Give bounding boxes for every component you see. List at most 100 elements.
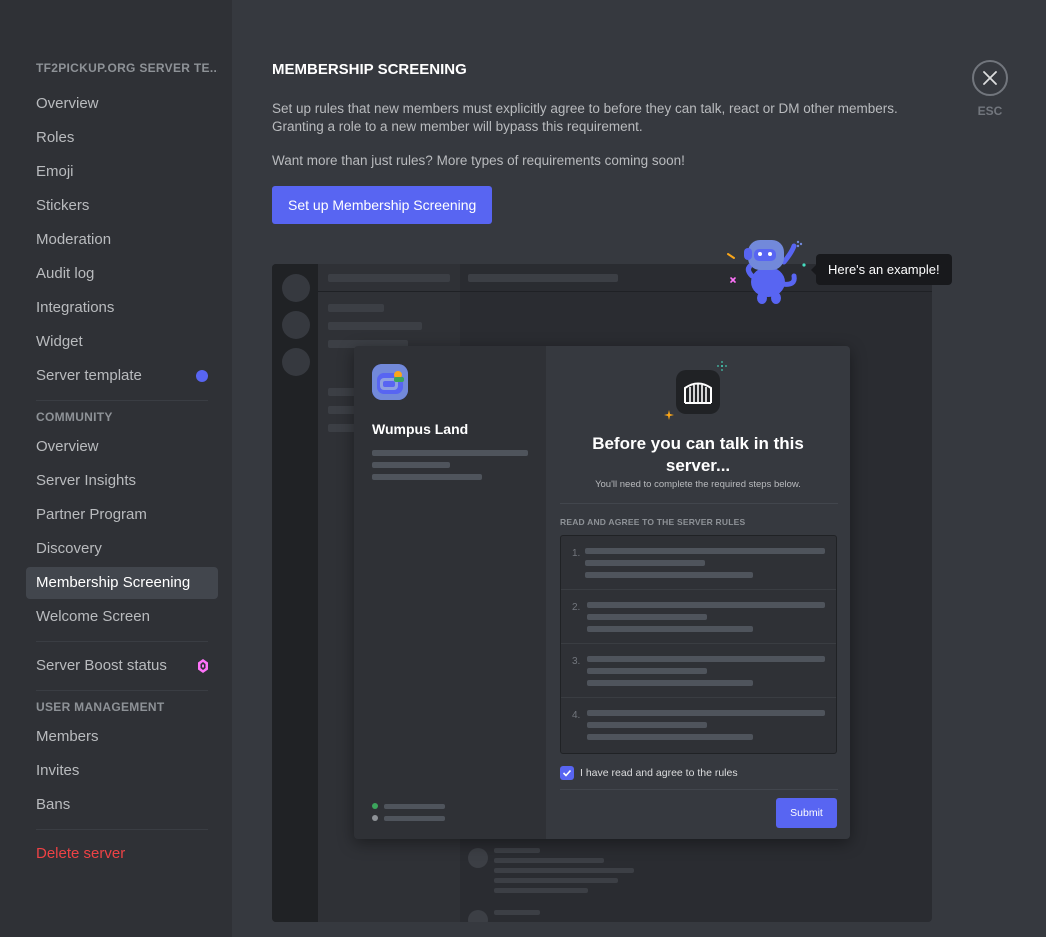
placeholder-bar [587,602,825,608]
member-dot [372,815,378,821]
page-description: Set up rules that new members must expli… [272,101,898,134]
sparkle-icon [664,410,674,420]
sidebar-item-welcome-screen[interactable]: Welcome Screen [26,601,218,633]
placeholder-bar [328,304,384,312]
preview-server-icon [282,348,310,376]
sidebar-item-audit-log[interactable]: Audit log [26,258,218,290]
sidebar-item-integrations[interactable]: Integrations [26,292,218,324]
sidebar-item-server-insights[interactable]: Server Insights [26,465,218,497]
wumpus-icon [372,364,408,400]
sidebar-item-label: Server template [36,367,142,384]
placeholder-bar [494,878,618,883]
sidebar-item-community-overview[interactable]: Overview [26,431,218,463]
sidebar-item-moderation[interactable]: Moderation [26,224,218,256]
modal-subheading: You'll need to complete the required ste… [595,479,801,490]
sidebar-divider [36,829,208,830]
rules-header: READ AND AGREE TO THE SERVER RULES [560,517,746,527]
placeholder-bar [587,734,753,740]
preview-avatar [468,848,488,868]
settings-page: TF2PICKUP.ORG SERVER TE... Overview Role… [0,0,1046,937]
close-button[interactable] [972,60,1008,96]
sidebar-item-stickers[interactable]: Stickers [26,190,218,222]
modal-divider [560,503,838,504]
sidebar-divider [36,641,208,642]
placeholder-bar [328,322,422,330]
rule-item: 4. [561,698,836,752]
placeholder-bar [585,560,705,566]
screening-modal-preview: Wumpus Land Before you can talk in this … [354,346,850,839]
gate-icon [676,370,720,414]
sidebar-divider [36,400,208,401]
submit-button[interactable]: Submit [776,798,837,828]
tooltip-text: Here's an example! [828,262,940,277]
page-description-secondary: Want more than just rules? More types of… [272,153,685,168]
sidebar-item-partner-program[interactable]: Partner Program [26,499,218,531]
sidebar-header-community: COMMUNITY [36,410,113,424]
close-icon [983,71,997,85]
example-preview: Wumpus Land Before you can talk in this … [272,264,932,922]
placeholder-bar [468,274,618,282]
placeholder-bar [372,462,450,468]
placeholder-bar [587,626,753,632]
modal-server-panel: Wumpus Land [354,346,546,839]
new-indicator-dot [196,370,208,382]
placeholder-bar [494,848,540,853]
server-name: Wumpus Land [372,421,469,437]
page-title: MEMBERSHIP SCREENING [272,61,467,78]
tooltip-arrow [811,265,816,275]
placeholder-bar [587,668,707,674]
rules-list: 1. 2. 3. 4. [560,535,837,754]
placeholder-bar [372,474,482,480]
example-tooltip: Here's an example! [811,254,952,285]
sidebar-item-members[interactable]: Members [26,721,218,753]
placeholder-bar [494,858,604,863]
setup-membership-screening-button[interactable]: Set up Membership Screening [272,186,493,224]
rule-number: 4. [572,710,581,721]
modal-rules-panel: Before you can talk in this server... Yo… [546,346,850,839]
placeholder-bar [587,614,707,620]
sparkle-icon [717,361,727,371]
online-dot [372,803,378,809]
placeholder-bar [494,888,588,893]
sidebar-item-widget[interactable]: Widget [26,326,218,358]
rule-number: 2. [572,602,581,613]
sidebar-item-server-template[interactable]: Server template [26,360,218,392]
boost-gem-icon [198,659,208,673]
sidebar-header-server: TF2PICKUP.ORG SERVER TE... [36,61,218,75]
rule-number: 3. [572,656,581,667]
rule-item: 1. [561,536,836,590]
placeholder-bar [587,656,825,662]
sidebar-item-invites[interactable]: Invites [26,755,218,787]
preview-avatar [468,910,488,922]
preview-server-icon [282,311,310,339]
sidebar-item-delete-server[interactable]: Delete server [26,838,218,870]
placeholder-bar [585,572,753,578]
close-settings: ESC [972,60,1008,118]
placeholder-bar [587,680,753,686]
placeholder-bar [585,548,825,554]
agree-label: I have read and agree to the rules [580,767,738,779]
placeholder-bar [494,868,634,873]
sidebar-item-membership-screening[interactable]: Membership Screening [26,567,218,599]
placeholder-bar [384,816,445,821]
preview-server-icon [282,274,310,302]
placeholder-bar [587,722,707,728]
esc-label: ESC [977,104,1003,118]
agree-checkbox[interactable] [560,766,574,780]
sidebar-item-bans[interactable]: Bans [26,789,218,821]
placeholder-bar [384,804,445,809]
sidebar-item-emoji[interactable]: Emoji [26,156,218,188]
sidebar-item-discovery[interactable]: Discovery [26,533,218,565]
sidebar-item-overview[interactable]: Overview [26,88,218,120]
wumpus-land-server-icon [372,364,408,400]
modal-heading: Before you can talk in this server... [592,434,804,475]
wumpus-mascot [727,240,806,304]
agree-row: I have read and agree to the rules [560,766,738,780]
main-content: MEMBERSHIP SCREENING Set up rules that n… [272,60,932,224]
placeholder-bar [494,910,540,915]
sidebar-header-user-management: USER MANAGEMENT [36,700,165,714]
rule-item: 3. [561,644,836,698]
sidebar-item-roles[interactable]: Roles [26,122,218,154]
settings-sidebar: TF2PICKUP.ORG SERVER TE... Overview Role… [0,0,232,937]
sidebar-item-server-boost-status[interactable]: Server Boost status [26,650,218,682]
